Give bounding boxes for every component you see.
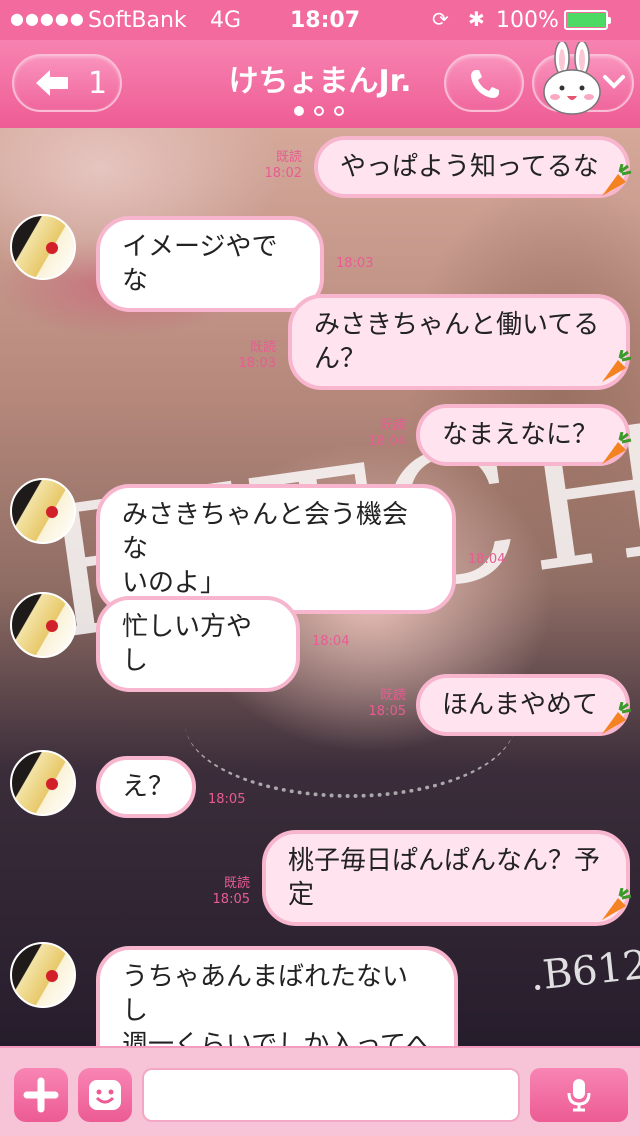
- message-meta: 既読 18:03: [230, 340, 276, 372]
- page-indicator: [290, 106, 350, 118]
- sticker-button[interactable]: [78, 1068, 132, 1122]
- message-time: 18:03: [336, 256, 374, 271]
- message-time: 18:02: [264, 166, 302, 181]
- message-bubble-sent[interactable]: みさきちゃんと働いてる ん？: [288, 294, 630, 390]
- read-receipt: 既読: [379, 418, 406, 433]
- background-b612-tag: .B612: [527, 941, 640, 1001]
- message-time: 18:05: [212, 892, 250, 907]
- microphone-icon: [567, 1079, 591, 1112]
- status-bar: ●●●●● SoftBank 4G 18:07 ⟳ ✱ 100%: [0, 0, 640, 40]
- message-meta: 既読 18:05: [204, 876, 250, 908]
- page-dot: [334, 106, 344, 116]
- message-bubble-received[interactable]: え？: [96, 756, 196, 818]
- unread-count: 1: [88, 66, 108, 101]
- message-meta: 既読 18:05: [360, 688, 406, 720]
- message-bubble-received[interactable]: 忙しい方やし: [96, 596, 300, 692]
- page-dot: [314, 106, 324, 116]
- read-receipt: 既読: [249, 340, 276, 355]
- bunny-sticker-icon: [543, 42, 601, 115]
- message-bubble-received[interactable]: うちゃあんまばれたないし 週一くらいでしか入ってへ んねん: [96, 946, 458, 1046]
- phone-icon: [471, 70, 499, 98]
- carrot-icon: [602, 164, 632, 196]
- message-bubble-sent[interactable]: 桃子毎日ぱんぱんなん？予 定: [262, 830, 630, 926]
- battery-icon: [564, 10, 611, 30]
- message-input-bar: [0, 1046, 640, 1136]
- message-meta: 18:03: [336, 256, 373, 272]
- chat-header: 1 けちょまんJr.: [0, 40, 640, 128]
- carrot-icon: [602, 350, 632, 382]
- back-button[interactable]: 1: [12, 54, 122, 112]
- signal-strength-icon: ●●●●●: [10, 9, 85, 28]
- message-bubble-received[interactable]: みさきちゃんと会う機会な いのよ」: [96, 484, 456, 614]
- carrot-icon: [602, 888, 632, 920]
- back-arrow-icon: [34, 66, 70, 108]
- message-time: 18:04: [312, 634, 350, 649]
- message-bubble-received[interactable]: イメージやでな: [96, 216, 324, 312]
- message-meta: 18:04: [468, 552, 505, 568]
- message-meta: 18:05: [208, 792, 245, 808]
- message-bubble-sent[interactable]: やっぱよう知ってるな: [314, 136, 630, 198]
- bluetooth-icon: ✱: [468, 7, 485, 31]
- read-receipt: 既読: [223, 876, 250, 891]
- chevron-down-icon: [603, 75, 625, 89]
- read-receipt: 既読: [379, 688, 406, 703]
- message-meta: 既読 18:02: [256, 150, 302, 182]
- contact-avatar[interactable]: [10, 942, 76, 1008]
- chat-area[interactable]: BITCH .B612 既読 18:02 やっぱよう知ってるな イメージやでな …: [0, 128, 640, 1046]
- battery-percent: 100%: [496, 8, 559, 33]
- message-time: 18:04: [368, 434, 406, 449]
- carrot-icon: [602, 432, 632, 464]
- contact-avatar[interactable]: [10, 592, 76, 658]
- voice-button[interactable]: [530, 1068, 628, 1122]
- message-time: 18:05: [368, 704, 406, 719]
- plus-icon: [23, 1077, 59, 1113]
- attach-button[interactable]: [14, 1068, 68, 1122]
- message-input[interactable]: [142, 1068, 520, 1122]
- message-time: 18:05: [208, 792, 246, 807]
- network-type: 4G: [210, 8, 242, 33]
- call-button[interactable]: [444, 54, 524, 112]
- carrot-icon: [602, 702, 632, 734]
- read-receipt: 既読: [275, 150, 302, 165]
- message-meta: 既読 18:04: [360, 418, 406, 450]
- menu-button[interactable]: [532, 42, 634, 115]
- status-time: 18:07: [290, 8, 361, 33]
- rotation-lock-icon: ⟳: [432, 7, 449, 31]
- message-meta: 18:04: [312, 634, 349, 650]
- contact-avatar[interactable]: [10, 214, 76, 280]
- contact-avatar[interactable]: [10, 478, 76, 544]
- message-time: 18:04: [468, 552, 506, 567]
- contact-avatar[interactable]: [10, 750, 76, 816]
- page-dot-active: [294, 106, 304, 116]
- message-time: 18:03: [238, 356, 276, 371]
- carrier-name: SoftBank: [88, 8, 187, 33]
- chat-title: けちょまんJr.: [228, 64, 412, 99]
- smiley-icon: [89, 1080, 121, 1110]
